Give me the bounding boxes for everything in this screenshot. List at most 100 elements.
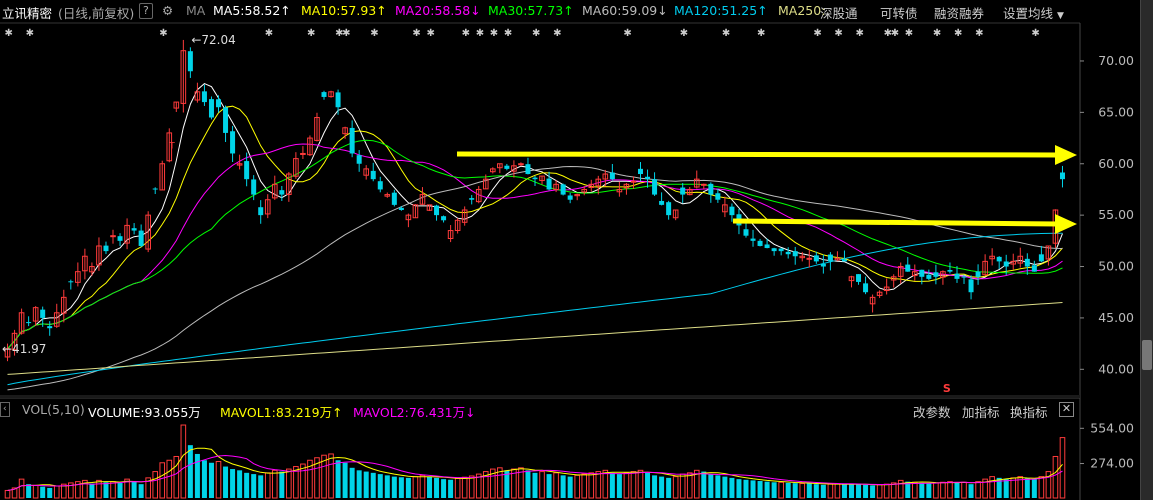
volume-bar bbox=[461, 476, 468, 499]
candle-body bbox=[47, 326, 53, 329]
volume-bar bbox=[525, 470, 531, 498]
event-marker: ✱ bbox=[722, 28, 730, 39]
event-marker: ✱ bbox=[680, 28, 688, 39]
ma10-line bbox=[7, 105, 1063, 350]
high-price-label: ←72.04 bbox=[191, 33, 235, 47]
candle-body bbox=[370, 170, 376, 180]
volume-bar bbox=[623, 472, 630, 499]
candle-body bbox=[1059, 172, 1065, 180]
ma5-line bbox=[7, 83, 1063, 350]
volume-bar bbox=[194, 453, 200, 498]
event-marker: ✱ bbox=[476, 28, 484, 39]
candle-body bbox=[637, 168, 643, 175]
volume-bar bbox=[672, 476, 679, 499]
candle-body bbox=[321, 92, 327, 97]
candle-body bbox=[223, 107, 229, 133]
volume-bar bbox=[18, 478, 25, 499]
volume-bar bbox=[708, 474, 714, 498]
volume-bar bbox=[757, 481, 763, 498]
chart-grid bbox=[0, 22, 1081, 500]
candle-body bbox=[258, 207, 264, 216]
candle-body bbox=[743, 229, 749, 236]
candle-body bbox=[230, 131, 236, 154]
volume-bar bbox=[919, 482, 925, 498]
volume-bar bbox=[427, 476, 433, 498]
volume-bar bbox=[32, 484, 39, 499]
volume-bar bbox=[883, 483, 890, 499]
candle-body bbox=[1038, 254, 1044, 262]
volume-bar bbox=[398, 477, 404, 498]
volume-bar bbox=[652, 475, 658, 498]
volume-bar bbox=[574, 474, 580, 499]
volume-bar bbox=[363, 471, 369, 498]
volume-header: ‹ VOL(5,10) VOLUME:93.055万 MAVOL1:83.219… bbox=[0, 400, 1080, 420]
volume-indicator-label[interactable]: VOL(5,10) bbox=[22, 402, 85, 417]
volume-bar bbox=[546, 474, 552, 498]
event-marker: ✱ bbox=[265, 28, 273, 39]
volume-bar bbox=[230, 469, 236, 498]
resistance-arrow-head bbox=[1055, 145, 1077, 165]
volume-bar bbox=[553, 472, 559, 499]
close-icon[interactable]: ✕ bbox=[1059, 402, 1074, 417]
event-marker: ✱ bbox=[307, 28, 315, 39]
candle-body bbox=[103, 245, 109, 252]
volume-tick-label: 554.00 bbox=[1090, 420, 1134, 435]
candle-body bbox=[609, 172, 615, 180]
volume-bar bbox=[940, 481, 946, 499]
candle-body bbox=[813, 255, 819, 262]
volume-bar bbox=[926, 483, 932, 498]
vertical-scrollbar[interactable] bbox=[1140, 0, 1153, 500]
candle-body bbox=[279, 190, 285, 195]
volume-bar bbox=[876, 484, 883, 499]
volume-bar bbox=[1024, 478, 1030, 498]
volume-bar bbox=[370, 472, 376, 498]
candle-body bbox=[68, 281, 74, 283]
volume-bar bbox=[659, 476, 665, 498]
resistance-arrow bbox=[456, 151, 1060, 158]
event-marker: ✱ bbox=[834, 28, 842, 39]
modify-params-button[interactable]: 改参数 bbox=[913, 402, 951, 421]
volume-bar bbox=[841, 484, 847, 498]
candle-body bbox=[954, 273, 960, 279]
switch-indicator-button[interactable]: 换指标 bbox=[1010, 402, 1048, 421]
event-marker: ✱ bbox=[553, 28, 561, 39]
volume-bar bbox=[4, 489, 11, 499]
volume-bar bbox=[539, 471, 545, 499]
volume-bar bbox=[377, 474, 383, 498]
chevron-left-icon[interactable]: ‹ bbox=[0, 402, 10, 417]
volume-bar bbox=[532, 472, 538, 498]
candle-body bbox=[532, 177, 538, 180]
volume-bar bbox=[258, 475, 264, 498]
volume-bar bbox=[602, 469, 609, 499]
volume-bar bbox=[40, 486, 46, 498]
volume-bar bbox=[448, 479, 454, 498]
add-indicator-button[interactable]: 加指标 bbox=[962, 402, 1000, 421]
candle-body bbox=[856, 274, 862, 282]
volume-bar bbox=[785, 482, 791, 498]
volume-bar bbox=[975, 481, 981, 499]
volume-bars bbox=[4, 424, 1066, 499]
candle-body bbox=[680, 187, 686, 195]
volume-bar bbox=[588, 472, 595, 499]
panel-gap bbox=[0, 395, 1080, 398]
volume-bar bbox=[870, 485, 876, 498]
candle-body bbox=[201, 91, 207, 103]
scrollbar-thumb[interactable] bbox=[1142, 340, 1152, 370]
volume-bar bbox=[911, 481, 918, 499]
candle-body bbox=[216, 99, 222, 108]
candle-body bbox=[757, 240, 763, 246]
volume-bar bbox=[863, 484, 869, 498]
volume-bar bbox=[1031, 479, 1037, 498]
candle-body bbox=[820, 263, 826, 267]
volume-bar bbox=[103, 482, 109, 498]
support-arrow bbox=[732, 218, 1060, 227]
candle-body bbox=[715, 193, 721, 200]
candle-body bbox=[40, 309, 46, 318]
volume-bar bbox=[856, 484, 862, 498]
event-marker: ✱ bbox=[370, 28, 378, 39]
volume-bar bbox=[806, 483, 812, 498]
volume-bar bbox=[792, 483, 798, 498]
volume-bar bbox=[251, 474, 257, 498]
volume-bar bbox=[96, 479, 102, 499]
price-tick-label: 70.00 bbox=[1098, 53, 1134, 68]
